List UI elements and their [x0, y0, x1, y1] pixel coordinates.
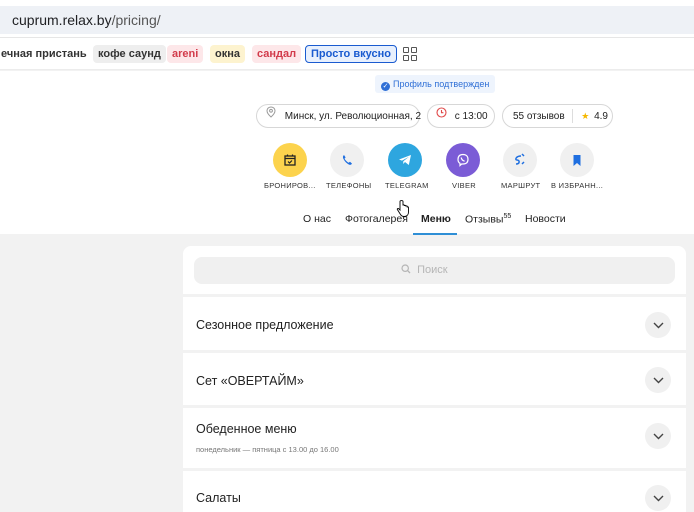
tab-menu[interactable]: Меню [421, 213, 451, 225]
star-icon: ★ [581, 111, 590, 121]
favorites-label: В ИЗБРАНН... [551, 181, 604, 190]
url-field[interactable]: cuprum.relax.by/pricing/ [0, 6, 694, 34]
phones-label: ТЕЛЕФОНЫ [326, 181, 372, 190]
phones-button[interactable] [330, 143, 364, 177]
favorites-button[interactable] [560, 143, 594, 177]
address-pill[interactable]: Минск, ул. Революционная, 2 [256, 104, 421, 128]
section-subtitle: понедельник — пятница с 13.00 до 16.00 [196, 445, 339, 454]
telegram-label: TELEGRAM [385, 181, 429, 190]
chevron-down-icon [653, 433, 663, 439]
viber-label: VIBER [452, 181, 477, 190]
hand-cursor-icon [396, 200, 409, 217]
expand-button[interactable] [645, 312, 671, 338]
expand-button[interactable] [645, 367, 671, 393]
menu-section-salads[interactable]: Салаты [183, 471, 686, 512]
section-title: Сезонное предложение [196, 318, 334, 332]
chevron-down-icon [653, 495, 663, 501]
expand-button[interactable] [645, 485, 671, 511]
booking-button[interactable] [273, 143, 307, 177]
viber-button[interactable] [446, 143, 480, 177]
section-title: Салаты [196, 491, 241, 505]
section-title: Сет «ОВЕРТАЙМ» [196, 374, 304, 388]
route-button[interactable] [503, 143, 537, 177]
active-tab-indicator [413, 233, 457, 235]
bookmarks-bar: ечная пристань кофе саунд areni окна сан… [0, 38, 694, 70]
reviews-rating-pill[interactable]: 55 отзывов ★ 4.9 [502, 104, 613, 128]
bookmark-icon [573, 154, 581, 166]
tab-about[interactable]: О нас [303, 213, 331, 225]
route-icon [515, 153, 525, 165]
expand-button[interactable] [645, 423, 671, 449]
check-icon: ✓ [381, 82, 390, 91]
menu-section-seasonal[interactable]: Сезонное предложение [183, 297, 686, 350]
location-pin-icon [266, 105, 276, 127]
route-label: МАРШРУТ [501, 181, 541, 190]
clock-icon [436, 105, 447, 127]
telegram-button[interactable] [388, 143, 422, 177]
reviews-count: 55 [503, 213, 512, 220]
bookmark-item[interactable]: areni [167, 45, 204, 63]
apps-grid-icon[interactable] [403, 47, 417, 61]
telegram-icon [399, 155, 411, 165]
menu-search-input[interactable]: Поиск [194, 257, 675, 284]
tab-reviews[interactable]: Отзывы55 [465, 213, 511, 226]
menu-section-set[interactable]: Сет «ОВЕРТАЙМ» [183, 353, 686, 405]
verified-badge: ✓ Профиль подтвержден [375, 75, 496, 93]
chevron-down-icon [653, 322, 663, 328]
hours-pill[interactable]: с 13:00 [427, 104, 495, 128]
calendar-icon [284, 154, 296, 166]
search-icon [401, 264, 411, 274]
url-text[interactable]: cuprum.relax.by/pricing/ [12, 6, 161, 34]
chevron-down-icon [653, 377, 663, 383]
booking-label: БРОНИРОВ... [264, 181, 316, 190]
section-title: Обеденное меню [196, 422, 297, 436]
phone-icon [342, 155, 352, 165]
bookmark-item[interactable]: окна [210, 45, 245, 63]
profile-tabs: О нас Фотогалерея Меню Отзывы55 Новости [0, 210, 694, 235]
bookmark-item[interactable]: Просто вкусно [305, 45, 397, 63]
bookmark-item[interactable]: сандал [252, 45, 302, 63]
menu-section-lunch[interactable]: Обеденное меню понедельник — пятница с 1… [183, 408, 686, 468]
browser-address-bar: cuprum.relax.by/pricing/ [0, 0, 694, 38]
bookmark-item[interactable]: кофе саунд [93, 45, 166, 63]
viber-icon [457, 153, 469, 167]
tab-news[interactable]: Новости [525, 213, 566, 225]
bookmark-item[interactable]: ечная пристань [0, 45, 92, 63]
profile-header: ✓ Профиль подтвержден Минск, ул. Революци… [0, 71, 694, 235]
